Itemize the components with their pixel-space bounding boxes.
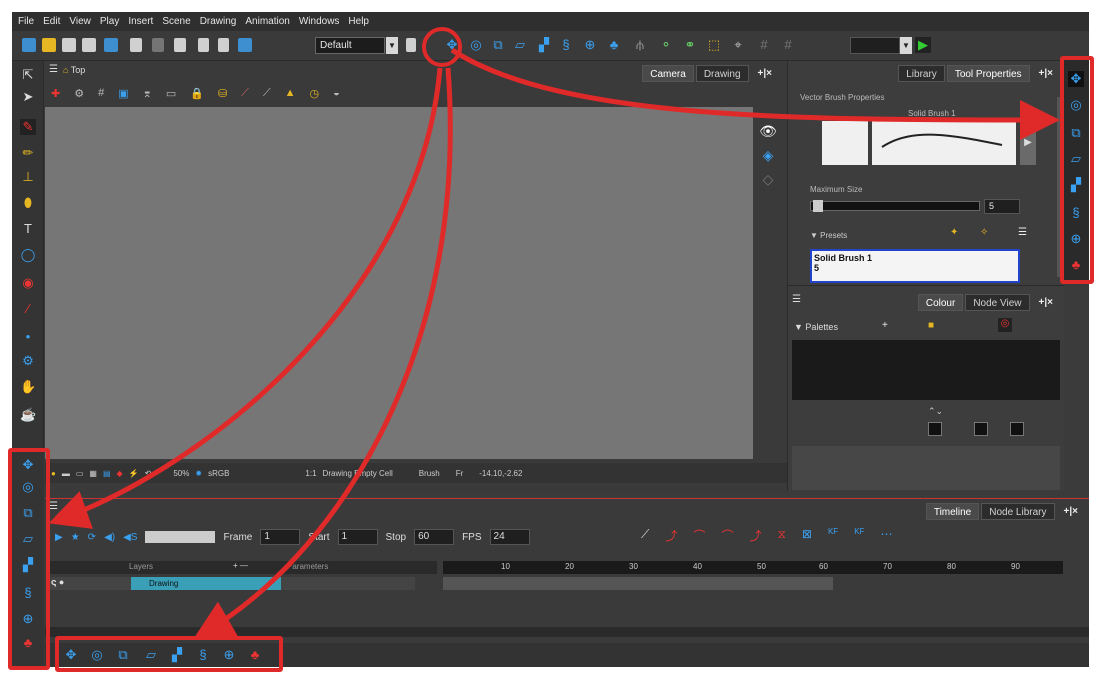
annotation-arrows — [48, 47, 1060, 640]
